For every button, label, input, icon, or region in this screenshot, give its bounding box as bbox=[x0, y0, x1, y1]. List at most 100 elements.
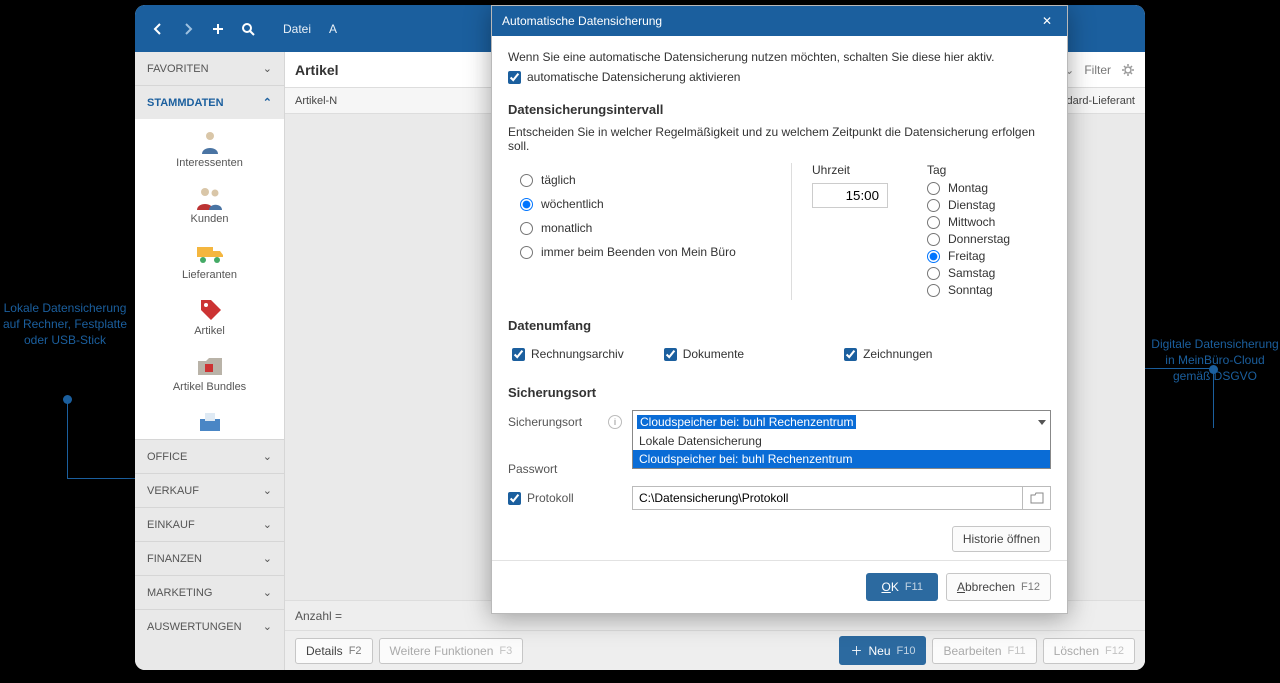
cancel-button[interactable]: AbbrechenF12 bbox=[946, 573, 1051, 601]
scope-rechnungsarchiv[interactable]: Rechnungsarchiv bbox=[512, 347, 624, 361]
protokoll-check[interactable]: Protokoll bbox=[508, 491, 608, 505]
info-icon[interactable]: i bbox=[608, 415, 622, 429]
sidebar-verkauf[interactable]: VERKAUF⌄ bbox=[135, 473, 284, 507]
bearbeiten-button[interactable]: BearbeitenF11 bbox=[932, 638, 1036, 664]
scope-heading: Datenumfang bbox=[508, 318, 1051, 333]
sidebar-item-bundles[interactable]: Artikel Bundles bbox=[135, 343, 284, 399]
password-label: Passwort bbox=[508, 462, 608, 476]
radio-label: Freitag bbox=[948, 249, 985, 263]
sidebar-stammdaten[interactable]: STAMMDATEN ⌃ bbox=[135, 85, 284, 119]
day-mittwoch[interactable]: Mittwoch bbox=[927, 215, 1051, 229]
radio[interactable] bbox=[927, 250, 940, 263]
time-input[interactable] bbox=[812, 183, 888, 208]
callout-cloud: Digitale Daten­sicherung in MeinBüro-Clo… bbox=[1150, 336, 1280, 385]
activate-checkbox[interactable] bbox=[508, 71, 521, 84]
day-sonntag[interactable]: Sonntag bbox=[927, 283, 1051, 297]
menu-a[interactable]: A bbox=[329, 22, 337, 36]
sidebar-item-more[interactable] bbox=[135, 399, 284, 439]
sidebar-label: EINKAUF bbox=[147, 519, 195, 531]
chevron-down-icon: ⌄ bbox=[263, 620, 272, 633]
new-button[interactable] bbox=[203, 14, 233, 44]
sidebar-favoriten[interactable]: FAVORITEN ⌄ bbox=[135, 52, 284, 85]
sidebar-auswertungen[interactable]: AUSWERTUNGEN ⌄ bbox=[135, 609, 284, 643]
sidebar-office[interactable]: OFFICE⌄ bbox=[135, 439, 284, 473]
location-label: Sicherungsort bbox=[508, 415, 608, 429]
radio-label: Montag bbox=[948, 181, 988, 195]
radio-label: immer beim Beenden von Mein Büro bbox=[541, 245, 736, 259]
gear-icon[interactable] bbox=[1121, 63, 1135, 77]
callout-line bbox=[1213, 368, 1214, 428]
scope-zeichnungen[interactable]: Zeichnungen bbox=[844, 347, 932, 361]
menu-bar: Datei A bbox=[283, 22, 337, 36]
protokoll-path-input[interactable] bbox=[632, 486, 1023, 510]
day-freitag[interactable]: Freitag bbox=[927, 249, 1051, 263]
day-samstag[interactable]: Samstag bbox=[927, 266, 1051, 280]
history-button[interactable]: Historie öffnen bbox=[952, 526, 1051, 552]
folder-icon bbox=[1030, 492, 1044, 504]
day-montag[interactable]: Montag bbox=[927, 181, 1051, 195]
weitere-button[interactable]: Weitere FunktionenF3 bbox=[379, 638, 524, 664]
chevron-down-icon bbox=[1038, 420, 1046, 425]
col-artikelnr[interactable]: Artikel-N bbox=[285, 95, 347, 107]
checkbox[interactable] bbox=[664, 348, 677, 361]
loeschen-button[interactable]: LöschenF12 bbox=[1043, 638, 1135, 664]
dropdown-option-cloud[interactable]: Cloudspeicher bei: buhl Rechenzentrum bbox=[633, 450, 1050, 468]
sidebar-item-artikel[interactable]: Artikel bbox=[135, 287, 284, 343]
forward-button[interactable] bbox=[173, 14, 203, 44]
checkbox[interactable] bbox=[512, 348, 525, 361]
neu-button[interactable]: ＋NeuF10 bbox=[839, 636, 926, 665]
fkey: F12 bbox=[1105, 645, 1124, 657]
location-combo[interactable]: Cloudspeicher bei: buhl Rechenzentrum bbox=[632, 410, 1051, 434]
sidebar-item-kunden[interactable]: Kunden bbox=[135, 175, 284, 231]
dropdown-option-local[interactable]: Lokale Datensicherung bbox=[633, 432, 1050, 450]
day-dienstag[interactable]: Dienstag bbox=[927, 198, 1051, 212]
sidebar-finanzen[interactable]: FINANZEN⌄ bbox=[135, 541, 284, 575]
btn-label: Details bbox=[306, 644, 343, 658]
radio[interactable] bbox=[927, 216, 940, 229]
radio[interactable] bbox=[927, 199, 940, 212]
folder-icon bbox=[192, 353, 228, 379]
search-button[interactable] bbox=[233, 14, 263, 44]
radio[interactable] bbox=[520, 222, 533, 235]
interval-desc: Entscheiden Sie in welcher Regelmäßigkei… bbox=[508, 125, 1051, 153]
sidebar-item-label: Interessenten bbox=[176, 157, 243, 169]
radio[interactable] bbox=[520, 246, 533, 259]
sidebar-item-label: Artikel bbox=[194, 325, 225, 337]
sidebar-label: FINANZEN bbox=[147, 553, 202, 565]
radio-label: täglich bbox=[541, 173, 576, 187]
back-button[interactable] bbox=[143, 14, 173, 44]
radio[interactable] bbox=[520, 198, 533, 211]
day-donnerstag[interactable]: Donnerstag bbox=[927, 232, 1051, 246]
checkbox[interactable] bbox=[508, 492, 521, 505]
sidebar-item-interessenten[interactable]: Interessenten bbox=[135, 119, 284, 175]
dialog-intro: Wenn Sie eine automatische Datensicherun… bbox=[508, 50, 1051, 64]
freq-weekly[interactable]: wöchentlich bbox=[520, 197, 791, 211]
people-icon bbox=[192, 185, 228, 211]
checkbox[interactable] bbox=[844, 348, 857, 361]
ok-button[interactable]: OKF11 bbox=[866, 573, 938, 601]
details-button[interactable]: DetailsF2 bbox=[295, 638, 373, 664]
browse-button[interactable] bbox=[1023, 486, 1051, 510]
freq-monthly[interactable]: monatlich bbox=[520, 221, 791, 235]
radio[interactable] bbox=[927, 182, 940, 195]
fkey: F3 bbox=[499, 645, 512, 657]
activate-check[interactable]: automatische Datensicherung aktivieren bbox=[508, 70, 1051, 84]
sidebar-marketing[interactable]: MARKETING⌄ bbox=[135, 575, 284, 609]
close-button[interactable]: ✕ bbox=[1037, 14, 1057, 28]
day-label: Tag bbox=[927, 163, 1051, 177]
fkey: F12 bbox=[1021, 581, 1040, 593]
filter-button[interactable]: Filter bbox=[1084, 63, 1111, 77]
sidebar-label: AUSWERTUNGEN bbox=[147, 621, 242, 633]
chevron-down-icon: ⌄ bbox=[263, 62, 272, 75]
dialog-header: Automatische Datensicherung ✕ bbox=[492, 6, 1067, 36]
radio[interactable] bbox=[927, 267, 940, 280]
radio[interactable] bbox=[520, 174, 533, 187]
radio[interactable] bbox=[927, 233, 940, 246]
menu-file[interactable]: Datei bbox=[283, 22, 311, 36]
sidebar-item-lieferanten[interactable]: Lieferanten bbox=[135, 231, 284, 287]
sidebar-einkauf[interactable]: EINKAUF⌄ bbox=[135, 507, 284, 541]
radio[interactable] bbox=[927, 284, 940, 297]
freq-daily[interactable]: täglich bbox=[520, 173, 791, 187]
scope-dokumente[interactable]: Dokumente bbox=[664, 347, 744, 361]
freq-onexit[interactable]: immer beim Beenden von Mein Büro bbox=[520, 245, 791, 259]
